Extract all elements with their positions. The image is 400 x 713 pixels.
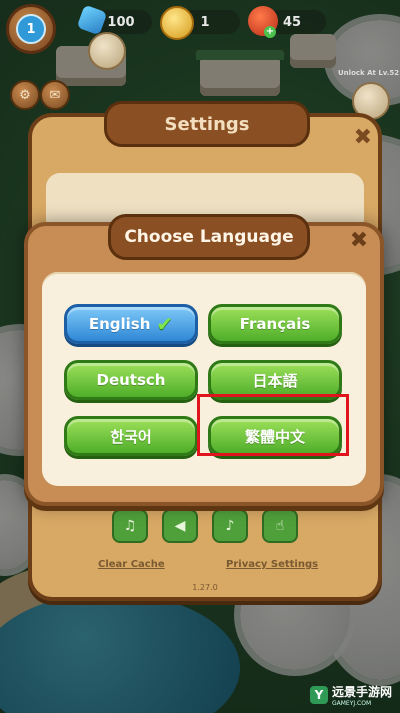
- coins-value: 1: [200, 14, 210, 30]
- language-label: 日本語: [252, 371, 298, 390]
- choose-language-dialog: Choose Language ✖ English ✔ Français Deu…: [24, 214, 384, 506]
- mail-icon[interactable]: ✉: [40, 80, 70, 110]
- watermark-logo-icon: Y: [309, 686, 328, 704]
- dialog-title: Choose Language: [108, 214, 310, 260]
- energy-value: 45: [282, 14, 302, 30]
- settings-close-icon[interactable]: ✖: [354, 125, 372, 150]
- checkmark-icon: ✔: [156, 312, 174, 336]
- language-button-german[interactable]: Deutsch: [64, 360, 198, 400]
- player-level-badge[interactable]: 1: [6, 4, 56, 54]
- settings-gear-icon[interactable]: ⚙: [10, 80, 40, 110]
- highlight-box: [197, 394, 349, 456]
- watermark-domain: GAMEYJ.COM: [331, 700, 372, 707]
- language-button-korean[interactable]: 한국어: [64, 416, 198, 456]
- coin-icon: [160, 6, 194, 40]
- music-toggle-icon[interactable]: ♫: [112, 509, 148, 543]
- notification-toggle-icon[interactable]: ♪: [212, 509, 248, 543]
- sound-toggle-icon[interactable]: ◀: [162, 509, 198, 543]
- watermark: Y 远景手游网 GAMEYJ.COM: [309, 683, 392, 707]
- watermark-name: 远景手游网: [331, 685, 392, 699]
- settings-toggle-row: ♫ ◀ ♪ ☝: [32, 509, 378, 543]
- language-label: 한국어: [110, 427, 152, 446]
- task-bubble-icon[interactable]: [88, 32, 126, 70]
- language-button-french[interactable]: Français: [208, 304, 342, 344]
- gem-icon: [76, 4, 108, 36]
- privacy-settings-link[interactable]: Privacy Settings: [226, 559, 318, 570]
- version-text: 1.27.0: [192, 583, 218, 592]
- touch-toggle-icon[interactable]: ☝: [262, 509, 298, 543]
- language-label: Français: [239, 315, 311, 333]
- energy-counter[interactable]: + 45: [248, 6, 326, 38]
- gems-counter[interactable]: 100: [76, 4, 152, 36]
- language-button-english[interactable]: English ✔: [64, 304, 198, 344]
- clear-cache-link[interactable]: Clear Cache: [98, 559, 165, 570]
- settings-title: Settings: [104, 101, 310, 147]
- language-label: English: [88, 315, 151, 333]
- add-energy-icon[interactable]: +: [264, 26, 276, 38]
- close-icon[interactable]: ✖: [348, 230, 370, 252]
- player-level-value: 1: [16, 14, 46, 44]
- language-label: Deutsch: [96, 371, 166, 389]
- gems-value: 100: [107, 14, 135, 30]
- coins-counter[interactable]: 1: [160, 6, 240, 40]
- top-bar: 1 100 1 + 45: [0, 0, 400, 60]
- unlock-level-text: Unlock At Lv.52: [338, 69, 400, 77]
